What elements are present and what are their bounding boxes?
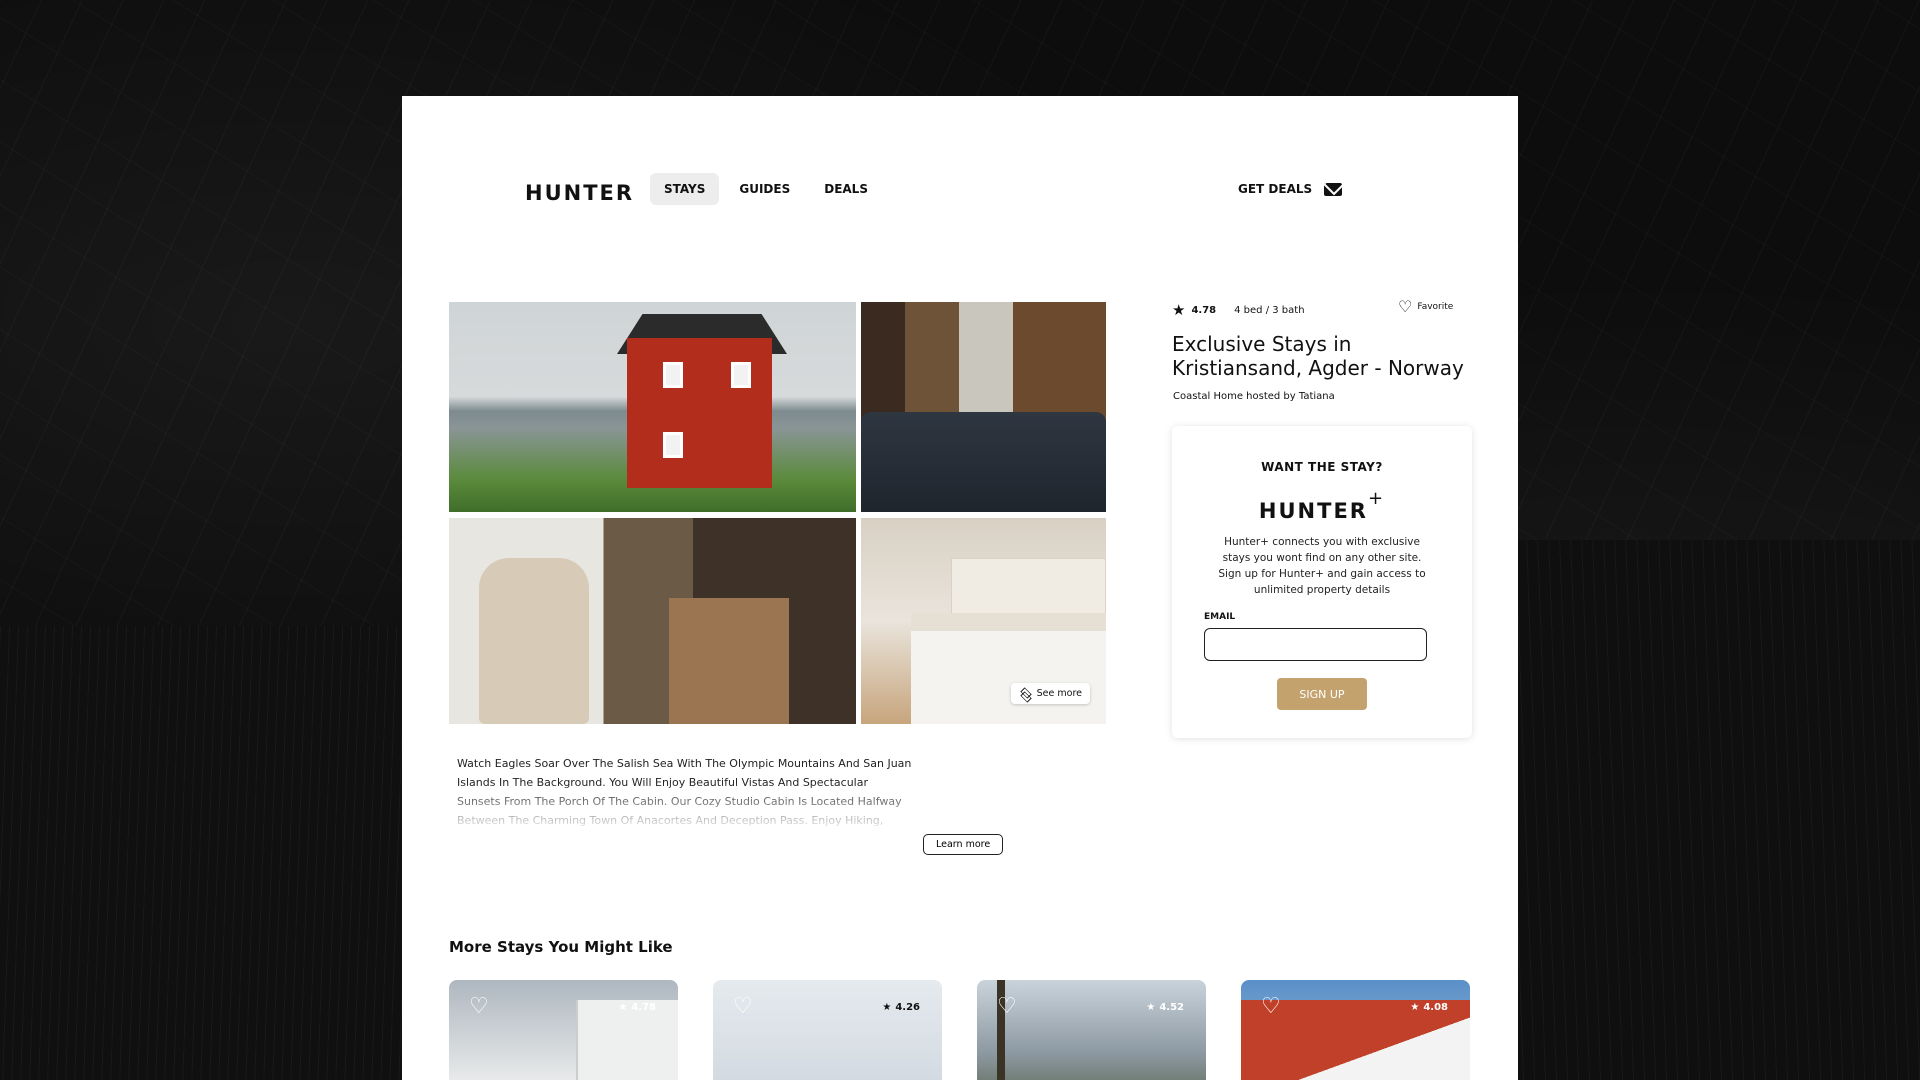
favorite-label: Favorite bbox=[1417, 302, 1454, 312]
wooden-chair bbox=[669, 598, 789, 724]
star-icon: ★ bbox=[1410, 1002, 1420, 1013]
listing-meta: ★ 4.78 4 bed / 3 bath bbox=[1172, 303, 1305, 318]
layers-icon bbox=[1019, 689, 1031, 699]
photo-bedroom[interactable]: See more bbox=[861, 518, 1106, 724]
star-icon: ★ bbox=[1172, 301, 1186, 319]
stay-card[interactable]: ♡ ★ 4.52 bbox=[977, 980, 1206, 1080]
get-deals-label: GET DEALS bbox=[1238, 182, 1313, 196]
signup-card: WANT THE STAY? HUNTER+ Hunter+ connects … bbox=[1172, 426, 1472, 738]
more-stays-title: More Stays You Might Like bbox=[449, 938, 673, 956]
see-more-label: See more bbox=[1036, 688, 1082, 699]
listing-description: Watch Eagles Soar Over The Salish Sea Wi… bbox=[457, 757, 912, 826]
beds-baths: 4 bed / 3 bath bbox=[1234, 305, 1305, 316]
heart-icon[interactable]: ♡ bbox=[1261, 996, 1281, 1018]
see-more-button[interactable]: See more bbox=[1010, 683, 1090, 704]
background-band-left bbox=[0, 626, 402, 1080]
listing-host: Coastal Home hosted by Tatiana bbox=[1173, 391, 1335, 402]
main-nav: STAYS GUIDES DEALS bbox=[650, 173, 888, 205]
stay-card[interactable]: ♡ ★ 4.78 bbox=[449, 980, 678, 1080]
stay-card[interactable]: ♡ ★ 4.26 bbox=[713, 980, 942, 1080]
photo-house-exterior[interactable] bbox=[449, 302, 856, 512]
house-window bbox=[663, 432, 683, 458]
photo-living-room[interactable] bbox=[861, 302, 1106, 512]
sign-up-button[interactable]: SIGN UP bbox=[1277, 678, 1367, 710]
house-window bbox=[663, 362, 683, 388]
nav-stays[interactable]: STAYS bbox=[650, 173, 720, 205]
house-body bbox=[627, 338, 772, 488]
heart-icon[interactable]: ♡ bbox=[733, 996, 753, 1018]
nav-guides[interactable]: GUIDES bbox=[725, 173, 804, 205]
hunter-plus-logo: HUNTER+ bbox=[1172, 488, 1472, 523]
heart-icon[interactable]: ♡ bbox=[469, 996, 489, 1018]
armchair bbox=[479, 558, 589, 724]
stay-rating-value: 4.08 bbox=[1423, 1002, 1448, 1013]
heart-icon: ♡ bbox=[1398, 297, 1413, 316]
hunter-plus-sign: + bbox=[1367, 488, 1386, 509]
star-icon: ★ bbox=[882, 1002, 892, 1013]
stay-rating: ★ 4.08 bbox=[1410, 1002, 1448, 1013]
stay-rating-value: 4.78 bbox=[631, 1002, 656, 1013]
email-field[interactable] bbox=[1204, 628, 1427, 661]
listing-rating: 4.78 bbox=[1191, 305, 1217, 316]
page-card: HUNTER STAYS GUIDES DEALS GET DEALS See … bbox=[402, 96, 1518, 1080]
heart-icon[interactable]: ♡ bbox=[997, 996, 1017, 1018]
learn-more-button[interactable]: Learn more bbox=[923, 834, 1004, 855]
nav-deals[interactable]: DEALS bbox=[810, 173, 882, 205]
stay-rating: ★ 4.26 bbox=[882, 1002, 920, 1013]
stay-rating: ★ 4.52 bbox=[1146, 1002, 1184, 1013]
star-icon: ★ bbox=[618, 1002, 628, 1013]
stay-rating-value: 4.26 bbox=[895, 1002, 920, 1013]
site-logo[interactable]: HUNTER bbox=[525, 181, 634, 205]
signup-description: Hunter+ connects you with exclusive stay… bbox=[1218, 536, 1426, 596]
email-label: EMAIL bbox=[1204, 612, 1236, 622]
bed bbox=[911, 613, 1106, 724]
listing-title: Exclusive Stays in Kristiansand, Agder -… bbox=[1172, 332, 1464, 380]
hunter-plus-logo-text: HUNTER bbox=[1258, 499, 1368, 523]
star-icon: ★ bbox=[1146, 1002, 1156, 1013]
house-window bbox=[731, 362, 751, 388]
sofa bbox=[861, 412, 1106, 512]
photo-armchair-room[interactable] bbox=[449, 518, 856, 724]
get-deals-button[interactable]: GET DEALS bbox=[1238, 182, 1343, 196]
stay-card[interactable]: ♡ ★ 4.08 bbox=[1241, 980, 1470, 1080]
signup-question: WANT THE STAY? bbox=[1261, 460, 1383, 474]
mail-icon bbox=[1324, 182, 1343, 196]
stay-rating-value: 4.52 bbox=[1159, 1002, 1184, 1013]
stay-rating: ★ 4.78 bbox=[618, 1002, 656, 1013]
photo-gallery: See more bbox=[449, 302, 1106, 724]
favorite-button[interactable]: ♡ Favorite bbox=[1398, 299, 1453, 315]
background-band-right bbox=[1512, 540, 1920, 1080]
headboard bbox=[951, 558, 1106, 618]
